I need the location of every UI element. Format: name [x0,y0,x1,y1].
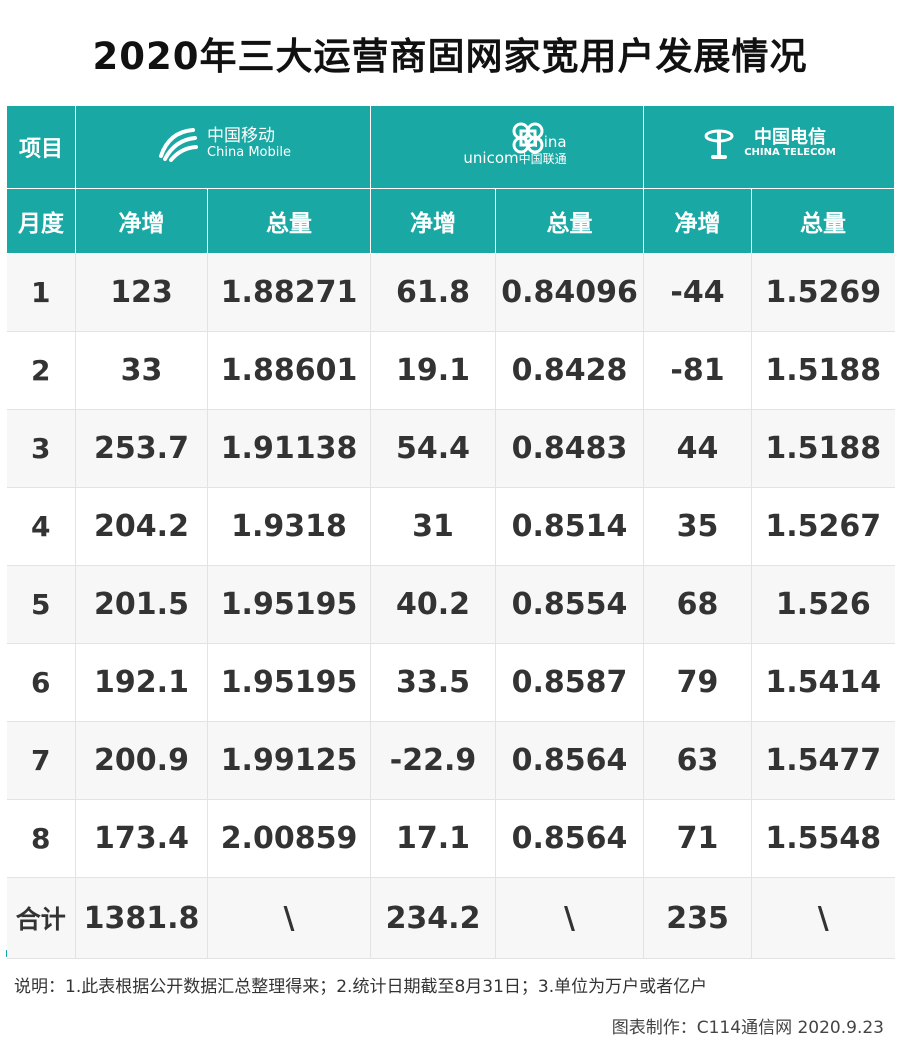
summary-label: 合计 [6,877,76,959]
table-row: 3 253.7 1.91138 54.4 0.8483 44 1.5188 [6,409,895,488]
month-cell: 2 [6,331,76,410]
ct-total-cell: 1.5269 [751,253,895,332]
cu-total-cell: 0.8554 [495,565,645,644]
ct-total-sum: \ [751,877,895,959]
cm-net-cell: 253.7 [75,409,208,488]
cm-net-cell: 204.2 [75,487,208,566]
broadband-data-table: 项目 中国移动 China Mobile China unicom 中国联通 中… [6,105,896,959]
month-cell: 8 [6,799,76,878]
cm-total-cell: 1.88271 [207,253,372,332]
ct-total-cell: 1.526 [751,565,895,644]
china-unicom-header: China unicom 中国联通 [370,105,645,189]
ct-net-cell: 63 [643,721,753,800]
china-mobile-logo-icon [159,128,199,162]
table-row: 4 204.2 1.9318 31 0.8514 35 1.5267 [6,487,895,566]
month-cell: 3 [6,409,76,488]
china-telecom-logo-icon [704,129,734,159]
ct-net-cell: 68 [643,565,753,644]
china-unicom-logo-icon [512,122,544,153]
cu-total-sum: \ [495,877,645,959]
ct-total-cell: 1.5548 [751,799,895,878]
data-table-frame: 项目 中国移动 China Mobile China unicom 中国联通 中… [6,105,896,959]
cm-total-cell: 1.95195 [207,565,372,644]
cu-total-cell: 0.8428 [495,331,645,410]
cu-total-cell: 0.8514 [495,487,645,566]
table-row: 6 192.1 1.95195 33.5 0.8587 79 1.5414 [6,643,895,722]
cm-net-cell: 173.4 [75,799,208,878]
cu-total-cell: 0.8564 [495,799,645,878]
table-row: 7 200.9 1.99125 -22.9 0.8564 63 1.5477 [6,721,895,800]
table-row: 2 33 1.88601 19.1 0.8428 -81 1.5188 [6,331,895,410]
month-cell: 1 [6,253,76,332]
cu-net-cell: 40.2 [370,565,497,644]
cm-net-cell: 201.5 [75,565,208,644]
cm-net-sum: 1381.8 [75,877,208,959]
china-mobile-header: 中国移动 China Mobile [74,105,372,189]
footer-note: 说明：1.此表根据公开数据汇总整理得来；2.统计日期截至8月31日；3.单位为万… [14,977,708,997]
china-telecom-cn: 中国电信 [754,127,827,149]
cm-total-sum: \ [207,877,372,959]
cu-net-cell: 33.5 [370,643,497,722]
cu-net-cell: 54.4 [370,409,497,488]
cm-total-cell: 1.99125 [207,721,372,800]
china-telecom-header: 中国电信 CHINA TELECOM [643,105,896,189]
month-cell: 5 [6,565,76,644]
ct-total-cell: 1.5267 [751,487,895,566]
cm-net-cell: 200.9 [75,721,208,800]
ct-total-cell: 1.5477 [751,721,895,800]
cu-total-cell: 0.8564 [495,721,645,800]
cm-total-cell: 1.95195 [207,643,372,722]
month-cell: 4 [6,487,76,566]
ct-net-cell: 71 [643,799,753,878]
china-telecom-en: CHINA TELECOM [744,147,836,159]
cm-net-cell: 33 [75,331,208,410]
cm-total-header: 总量 [206,188,372,254]
china-mobile-cn: 中国移动 [207,126,276,147]
ct-net-header: 净增 [643,188,753,254]
china-mobile-en: China Mobile [207,145,291,161]
operator-header-row: 项目 中国移动 China Mobile China unicom 中国联通 中… [6,105,896,189]
cm-total-cell: 2.00859 [207,799,372,878]
cu-net-cell: 31 [370,487,497,566]
cu-total-cell: 0.84096 [495,253,645,332]
ct-total-cell: 1.5188 [751,409,895,488]
cm-total-cell: 1.9318 [207,487,372,566]
cm-net-header: 净增 [75,188,208,254]
ct-net-cell: -44 [643,253,753,332]
cu-net-cell: 61.8 [370,253,497,332]
cu-net-cell: 17.1 [370,799,497,878]
cu-net-cell: -22.9 [370,721,497,800]
cu-net-cell: 19.1 [370,331,497,410]
ct-net-cell: 35 [643,487,753,566]
cm-total-cell: 1.88601 [207,331,372,410]
month-cell: 6 [6,643,76,722]
ct-total-header: 总量 [751,188,896,254]
ct-total-cell: 1.5188 [751,331,895,410]
ct-net-cell: 79 [643,643,753,722]
cu-total-cell: 0.8483 [495,409,645,488]
footer-credit: 图表制作：C114通信网 2020.9.23 [611,1018,884,1038]
month-label: 月度 [6,188,76,254]
ct-net-sum: 235 [643,877,753,959]
table-row: 5 201.5 1.95195 40.2 0.8554 68 1.526 [6,565,895,644]
summary-row: 合计 1381.8 \ 234.2 \ 235 \ [6,877,895,959]
ct-net-cell: 44 [643,409,753,488]
cm-total-cell: 1.91138 [207,409,372,488]
cu-net-header: 净增 [370,188,497,254]
item-label: 项目 [6,105,76,189]
month-cell: 7 [6,721,76,800]
column-header-row: 月度 净增 总量 净增 总量 净增 总量 [6,188,896,254]
page-title: 2020年三大运营商固网家宽用户发展情况 [92,34,808,78]
ct-total-cell: 1.5414 [751,643,895,722]
cu-total-cell: 0.8587 [495,643,645,722]
cu-net-sum: 234.2 [370,877,497,959]
table-row: 1 123 1.88271 61.8 0.84096 -44 1.5269 [6,253,895,332]
ct-net-cell: -81 [643,331,753,410]
cm-net-cell: 123 [75,253,208,332]
cm-net-cell: 192.1 [75,643,208,722]
cu-total-header: 总量 [495,188,645,254]
table-row: 8 173.4 2.00859 17.1 0.8564 71 1.5548 [6,799,895,878]
